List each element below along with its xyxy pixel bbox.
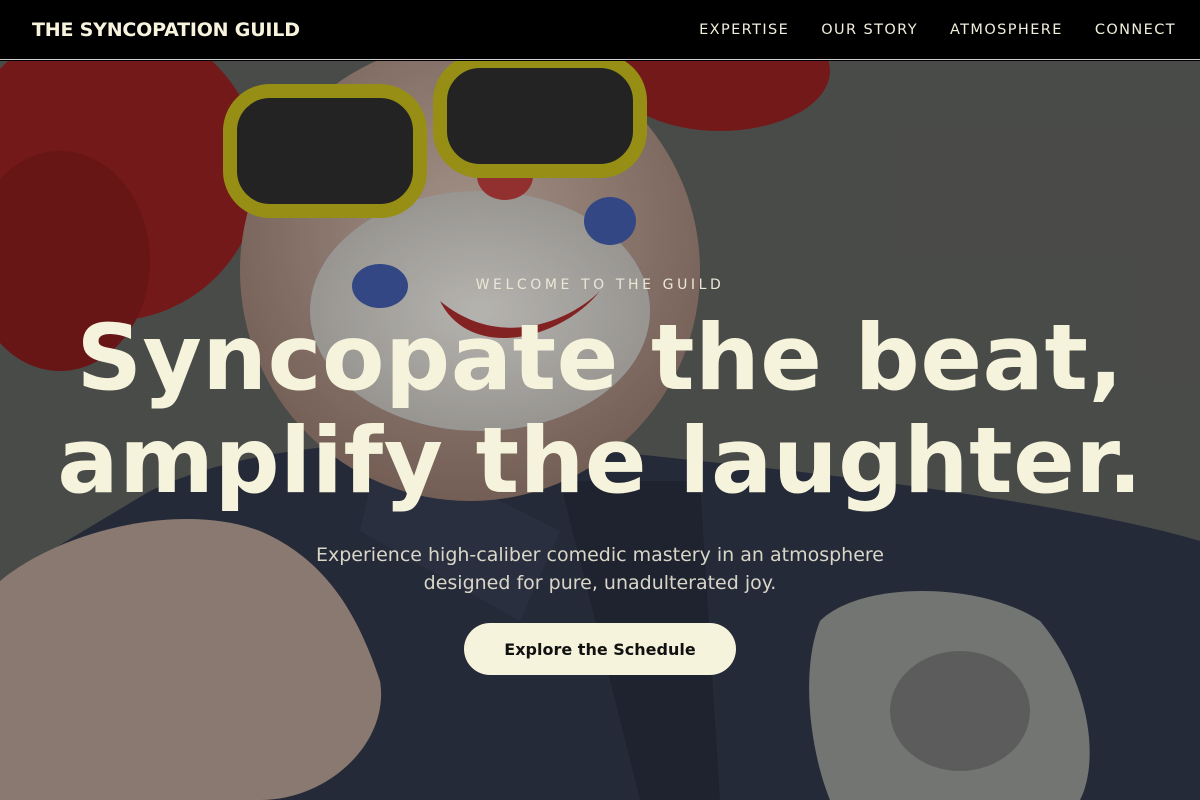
hero-headline-line-1: Syncopate the beat,	[76, 306, 1124, 411]
explore-schedule-button[interactable]: Explore the Schedule	[464, 623, 736, 675]
nav-link-atmosphere[interactable]: ATMOSPHERE	[950, 22, 1063, 38]
nav-link-our-story[interactable]: OUR STORY	[821, 22, 918, 38]
brand-logo-text[interactable]: THE SYNCOPATION GUILD	[32, 19, 300, 41]
hero-content: WELCOME TO THE GUILD Syncopate the beat,…	[0, 61, 1200, 800]
hero-section: WELCOME TO THE GUILD Syncopate the beat,…	[0, 61, 1200, 800]
hero-eyebrow: WELCOME TO THE GUILD	[475, 277, 725, 293]
hero-subhead-line-2: designed for pure, unadulterated joy.	[423, 572, 777, 594]
hero-headline-line-2: amplify the laughter.	[57, 409, 1143, 514]
hero-subhead: Experience high-caliber comedic mastery …	[280, 541, 920, 597]
top-navbar: THE SYNCOPATION GUILD EXPERTISE OUR STOR…	[0, 0, 1200, 60]
nav-links: EXPERTISE OUR STORY ATMOSPHERE CONNECT	[699, 22, 1176, 38]
nav-link-connect[interactable]: CONNECT	[1095, 22, 1176, 38]
nav-link-expertise[interactable]: EXPERTISE	[699, 22, 789, 38]
hero-subhead-line-1: Experience high-caliber comedic mastery …	[316, 544, 884, 566]
hero-headline: Syncopate the beat, amplify the laughter…	[0, 307, 1200, 513]
